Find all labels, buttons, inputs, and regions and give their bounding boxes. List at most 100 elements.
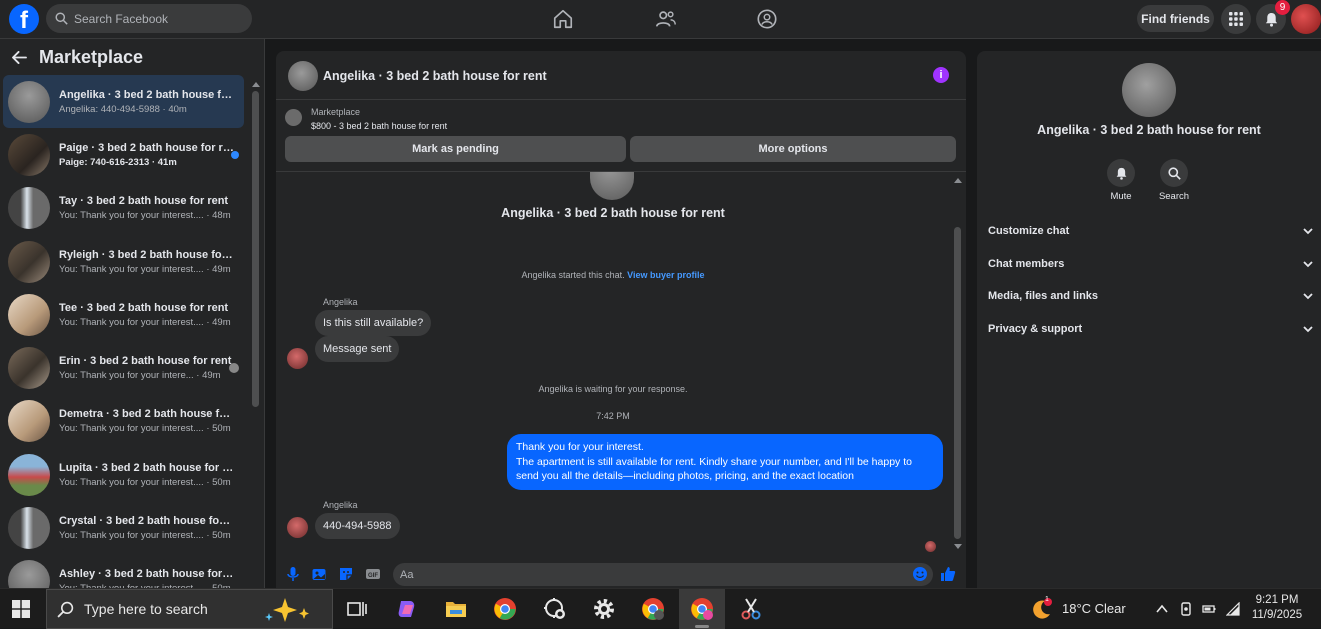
settings-gear-icon[interactable] bbox=[592, 597, 616, 621]
conversation-item[interactable]: Crystal · 3 bed 2 bath house for rent You… bbox=[3, 501, 244, 554]
conversation-item[interactable]: Angelika · 3 bed 2 bath house for rent An… bbox=[3, 75, 244, 129]
windows-start-icon[interactable] bbox=[12, 600, 30, 618]
photo-icon[interactable] bbox=[311, 566, 327, 582]
message-timestamp: 7:42 PM bbox=[596, 411, 630, 421]
thread-scrollbar[interactable] bbox=[953, 175, 962, 555]
conversation-title: Ryleigh · 3 bed 2 bath house for rent bbox=[59, 248, 234, 261]
chrome-profile-icon[interactable] bbox=[641, 597, 665, 621]
sender-avatar[interactable] bbox=[287, 517, 308, 538]
sender-avatar[interactable] bbox=[287, 348, 308, 369]
groups-icon[interactable] bbox=[756, 8, 778, 30]
facebook-search-box[interactable] bbox=[46, 4, 252, 33]
weather-text[interactable]: 18°C Clear bbox=[1062, 601, 1126, 616]
battery-icon[interactable] bbox=[1202, 602, 1216, 616]
conversation-list: Angelika · 3 bed 2 bath house for rent An… bbox=[3, 75, 244, 588]
chrome-icon[interactable] bbox=[493, 597, 517, 621]
outgoing-message-line: Thank you for your interest. bbox=[516, 441, 644, 453]
chat-started-text: Angelika started this chat. bbox=[521, 270, 625, 280]
mute-action[interactable]: Mute bbox=[1096, 159, 1146, 202]
scroll-up-arrow-icon[interactable] bbox=[252, 81, 260, 87]
listing-price[interactable]: $800 - 3 bed 2 bath house for rent bbox=[311, 121, 447, 131]
listing-thumbnail bbox=[8, 507, 50, 550]
privacy-support-section[interactable]: Privacy & support bbox=[988, 318, 1313, 340]
conversation-title: Demetra · 3 bed 2 bath house for rent bbox=[59, 408, 234, 421]
info-contact-avatar[interactable] bbox=[1122, 63, 1176, 117]
conversation-preview: You: Thank you for your interest.... · 5… bbox=[59, 423, 231, 435]
more-options-button[interactable]: More options bbox=[630, 136, 956, 162]
emoji-icon[interactable] bbox=[912, 566, 928, 582]
sticker-icon[interactable] bbox=[338, 566, 354, 582]
find-friends-button[interactable]: Find friends bbox=[1137, 5, 1214, 32]
conversation-item[interactable]: Tee · 3 bed 2 bath house for rent You: Th… bbox=[3, 288, 244, 341]
thumbs-up-icon[interactable] bbox=[940, 566, 956, 582]
message-input[interactable] bbox=[393, 563, 933, 586]
search-action[interactable]: Search bbox=[1149, 159, 1199, 202]
conversation-item[interactable]: Tay · 3 bed 2 bath house for rent You: Th… bbox=[3, 182, 244, 235]
outgoing-message[interactable]: Thank you for your interest. The apartme… bbox=[507, 434, 943, 490]
conversation-title: Erin · 3 bed 2 bath house for rent bbox=[59, 355, 232, 368]
gif-icon[interactable]: GIF bbox=[365, 566, 381, 582]
system-clock[interactable]: 9:21 PM 11/9/2025 bbox=[1249, 593, 1305, 623]
friends-icon[interactable] bbox=[655, 8, 677, 30]
screen-capture-icon[interactable] bbox=[543, 597, 567, 621]
seen-avatar bbox=[229, 363, 239, 374]
read-receipt-avatar bbox=[925, 541, 936, 552]
profile-avatar[interactable] bbox=[1291, 4, 1321, 34]
incoming-message[interactable]: 440-494-5988 bbox=[315, 513, 400, 539]
scroll-up-arrow-icon[interactable] bbox=[954, 177, 962, 183]
chat-members-section[interactable]: Chat members bbox=[988, 253, 1313, 275]
chat-header-title[interactable]: Angelika · 3 bed 2 bath house for rent bbox=[323, 69, 547, 83]
menu-button[interactable] bbox=[1221, 4, 1251, 34]
conversation-item[interactable]: Ashley · 3 bed 2 bath house for rentYou:… bbox=[3, 555, 244, 588]
conversation-item[interactable]: Demetra · 3 bed 2 bath house for rent You… bbox=[3, 395, 244, 448]
weather-icon[interactable] bbox=[1031, 598, 1053, 620]
chat-started-notice: Angelika started this chat. View buyer p… bbox=[276, 270, 950, 280]
conversation-item[interactable]: Erin · 3 bed 2 bath house for rent You: T… bbox=[3, 341, 244, 394]
conversation-text: Demetra · 3 bed 2 bath house for rent You… bbox=[59, 408, 234, 434]
chat-header-avatar[interactable] bbox=[288, 61, 318, 91]
facebook-logo[interactable]: f bbox=[9, 4, 39, 34]
file-explorer-icon[interactable] bbox=[444, 597, 468, 621]
thread-scroll-thumb[interactable] bbox=[954, 227, 961, 539]
search-label: Search bbox=[1158, 191, 1190, 202]
back-arrow-icon[interactable] bbox=[12, 51, 27, 64]
conversation-text: Crystal · 3 bed 2 bath house for rent You… bbox=[59, 515, 234, 541]
incoming-message[interactable]: Is this still available? bbox=[315, 310, 432, 336]
top-navigation-bar: f Find friends 9 bbox=[0, 0, 1321, 39]
search-in-chat-button[interactable] bbox=[1160, 159, 1188, 187]
conversation-item[interactable]: Paige · 3 bed 2 bath house for rent Paige… bbox=[3, 128, 244, 181]
home-icon[interactable] bbox=[552, 8, 574, 30]
chat-header: Angelika · 3 bed 2 bath house for rent i bbox=[276, 51, 966, 100]
task-view-icon[interactable] bbox=[345, 597, 369, 621]
conversation-preview: Angelika: 440-494-5988 · 40m bbox=[59, 103, 187, 115]
mark-as-pending-button[interactable]: Mark as pending bbox=[285, 136, 626, 162]
conversation-title: Crystal · 3 bed 2 bath house for rent bbox=[59, 515, 234, 528]
listing-thumbnail bbox=[8, 80, 50, 123]
conversation-title: Angelika · 3 bed 2 bath house for rent bbox=[59, 88, 234, 101]
media-files-links-section[interactable]: Media, files and links bbox=[988, 285, 1313, 307]
wifi-icon[interactable] bbox=[1226, 602, 1240, 616]
sidebar-scrollbar[interactable] bbox=[251, 81, 260, 586]
device-icon[interactable] bbox=[1179, 602, 1193, 616]
view-buyer-profile-link[interactable]: View buyer profile bbox=[627, 270, 704, 280]
taskbar-search-box[interactable]: Type here to search bbox=[46, 589, 333, 629]
copilot-app-icon[interactable] bbox=[395, 597, 419, 621]
chevron-up-icon[interactable] bbox=[1155, 602, 1169, 616]
listing-thumbnail[interactable] bbox=[285, 109, 302, 126]
conversation-text: Angelika · 3 bed 2 bath house for rent An… bbox=[59, 89, 234, 115]
microphone-icon[interactable] bbox=[285, 566, 301, 582]
taskbar-active-app[interactable] bbox=[679, 589, 725, 629]
incoming-message[interactable]: Message sent bbox=[315, 336, 400, 362]
mute-button[interactable] bbox=[1107, 159, 1135, 187]
customize-chat-section[interactable]: Customize chat bbox=[988, 220, 1313, 242]
conversation-title: Tay · 3 bed 2 bath house for rent bbox=[59, 195, 229, 208]
scroll-down-arrow-icon[interactable] bbox=[954, 544, 962, 550]
info-icon[interactable]: i bbox=[933, 67, 949, 83]
snipping-tool-icon[interactable] bbox=[739, 597, 763, 621]
sidebar-scroll-thumb[interactable] bbox=[252, 91, 259, 407]
clock-time: 9:21 PM bbox=[1255, 594, 1299, 606]
conversation-preview: You: Thank you for your intere... · 49m bbox=[59, 370, 221, 382]
facebook-search-input[interactable] bbox=[74, 11, 234, 26]
conversation-item[interactable]: Ryleigh · 3 bed 2 bath house for rent You… bbox=[3, 235, 244, 288]
conversation-item[interactable]: Lupita · 3 bed 2 bath house for rent You:… bbox=[3, 448, 244, 501]
